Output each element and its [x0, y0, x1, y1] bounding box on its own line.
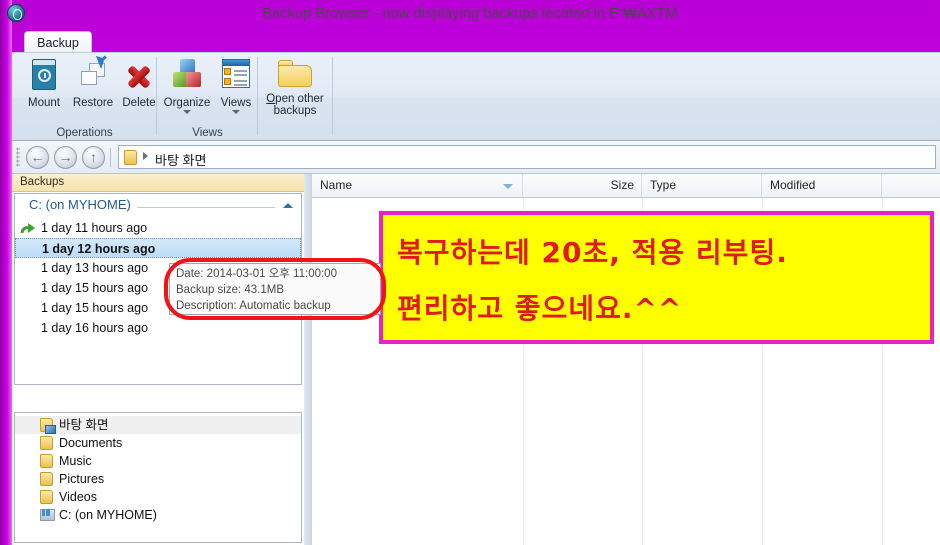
restore-button-label: Restore [72, 97, 114, 109]
back-arrow-icon: ← [30, 149, 45, 165]
up-arrow-icon: ↑ [90, 149, 97, 165]
backup-list-item[interactable]: 1 day 16 hours ago [15, 318, 301, 338]
red-x-icon [124, 57, 154, 95]
folder-tree-item-documents[interactable]: Documents [15, 434, 301, 452]
backup-list-item-label: 1 day 16 hours ago [41, 321, 149, 335]
annotation-line-1: 복구하는데 20초, 적용 리부팅. [397, 236, 788, 269]
breadcrumb-chevron-icon[interactable] [143, 152, 148, 160]
window-left-frame [0, 0, 12, 545]
sort-descending-icon [503, 184, 513, 189]
ribbon-group-open: Open other backups [258, 53, 333, 142]
up-button[interactable]: ↑ [82, 146, 105, 169]
chevron-down-icon[interactable] [232, 110, 240, 114]
tooltip-date: Date: 2014-03-01 오후 11:00:00 [176, 268, 337, 280]
toolbar-grip [16, 147, 20, 167]
chevron-up-icon[interactable] [283, 203, 293, 208]
open-folder-icon [276, 57, 314, 91]
left-pane: Backups C: (on MYHOME) 1 day 11 hours ag… [12, 174, 304, 545]
views-button-label: Views [220, 97, 252, 109]
ribbon-group-operations: Mount Restore Delete Operations [12, 53, 157, 142]
breadcrumb-current-folder[interactable]: 바탕 화면 [155, 150, 206, 169]
disk-clock-icon [29, 57, 59, 95]
nav-divider [110, 148, 111, 167]
folder-tree-item-music[interactable]: Music [15, 452, 301, 470]
open-other-backups-label-2: backups [273, 105, 317, 117]
desktop-folder-icon [40, 418, 56, 434]
backup-list-item-selected[interactable]: 1 day 12 hours ago [15, 238, 301, 258]
backup-list-item-label: 1 day 13 hours ago [41, 261, 149, 275]
backup-list-item-label: 1 day 15 hours ago [41, 301, 149, 315]
backup-list-item-label: 1 day 11 hours ago [41, 221, 148, 235]
folder-icon [124, 150, 137, 165]
ribbon-tab-strip: Backup [12, 31, 940, 54]
folder-tree-item-desktop[interactable]: 바탕 화면 [15, 416, 301, 434]
annotation-box: 복구하는데 20초, 적용 리부팅. 편리하고 좋으네요.^^ [379, 211, 934, 344]
tooltip-description: Description: Automatic backup [176, 300, 331, 312]
mount-button[interactable]: Mount [20, 57, 68, 109]
chevron-down-icon[interactable] [183, 110, 191, 114]
folder-tree-item-label: Videos [59, 490, 97, 504]
column-header-modified[interactable]: Modified [762, 174, 882, 197]
open-other-accel: O [266, 93, 276, 105]
folder-tree-item-label: C: (on MYHOME) [59, 508, 157, 522]
views-button[interactable]: Views [215, 57, 257, 114]
folder-icon [40, 436, 53, 450]
organize-button[interactable]: Organize [159, 57, 215, 114]
ribbon-group-views: Organize Views Views [157, 53, 258, 142]
column-header-size[interactable]: Size [523, 174, 642, 197]
column-header-name-label: Name [320, 178, 353, 192]
colored-cubes-icon [171, 57, 203, 95]
folder-icon [40, 454, 53, 468]
folder-tree-item-videos[interactable]: Videos [15, 488, 301, 506]
backups-pane-header: Backups [12, 174, 304, 192]
folder-tree-item-label: 바탕 화면 [59, 418, 109, 432]
folder-tree-item-pictures[interactable]: Pictures [15, 470, 301, 488]
ribbon-group-operations-label: Operations [56, 127, 113, 139]
annotation-line-2: 편리하고 좋으네요.^^ [397, 292, 683, 325]
backup-group-header[interactable]: C: (on MYHOME) [15, 196, 301, 216]
file-list-column-headers: Name Size Type Modified [312, 174, 940, 198]
open-other-backups-button[interactable]: Open other backups [258, 57, 332, 117]
forward-arrow-icon: → [58, 149, 73, 165]
title-bar: Backup Browser - now displaying backups … [0, 0, 940, 32]
organize-button-label: Organize [163, 97, 211, 109]
backup-list-item[interactable]: 1 day 11 hours ago [15, 218, 301, 238]
group-divider [332, 57, 333, 135]
column-header-type-label: Type [650, 178, 677, 192]
folder-tree-item-label: Music [59, 454, 92, 468]
drive-icon [40, 509, 55, 521]
back-button[interactable]: ← [26, 146, 49, 169]
folder-icon [40, 490, 53, 504]
mount-button-label: Mount [28, 97, 60, 109]
column-header-type[interactable]: Type [642, 174, 762, 197]
backup-group-label: C: (on MYHOME) [29, 197, 137, 212]
forward-button[interactable]: → [54, 146, 77, 169]
column-header-extra[interactable] [882, 174, 940, 197]
open-other-backups-label-1: pen other [275, 93, 324, 105]
list-window-icon [220, 57, 252, 95]
tab-backup[interactable]: Backup [24, 31, 92, 54]
column-header-name[interactable]: Name [312, 174, 523, 197]
folder-tree-item-label: Pictures [59, 472, 105, 486]
ribbon-group-views-label: Views [192, 127, 223, 139]
folder-icon [40, 472, 53, 486]
restore-window-arrow-icon [77, 55, 109, 95]
window-title: Backup Browser - now displaying backups … [262, 6, 678, 22]
backup-list-item-label: 1 day 12 hours ago [42, 242, 156, 256]
navigation-bar: ← → ↑ 바탕 화면 [12, 141, 940, 174]
folder-tree[interactable]: 바탕 화면 Documents Music Pictures Videos C:… [14, 412, 302, 543]
application-window: Backup Browser - now displaying backups … [0, 0, 940, 545]
folder-tree-item-label: Documents [59, 436, 123, 450]
pane-splitter[interactable] [304, 174, 312, 545]
backup-info-tooltip: Date: 2014-03-01 오후 11:00:00 Backup size… [169, 263, 381, 315]
tooltip-size: Backup size: 43.1MB [176, 284, 285, 296]
backup-list-item-label: 1 day 15 hours ago [41, 281, 149, 295]
folder-tree-item-drive-c[interactable]: C: (on MYHOME) [15, 506, 301, 524]
green-restore-arrow-icon [21, 222, 35, 234]
address-bar[interactable]: 바탕 화면 [118, 145, 936, 169]
column-header-modified-label: Modified [770, 178, 816, 192]
ribbon: Mount Restore Delete Operations Organize… [12, 52, 940, 141]
restore-button[interactable]: Restore [68, 55, 118, 109]
column-header-size-label: Size [610, 178, 634, 192]
